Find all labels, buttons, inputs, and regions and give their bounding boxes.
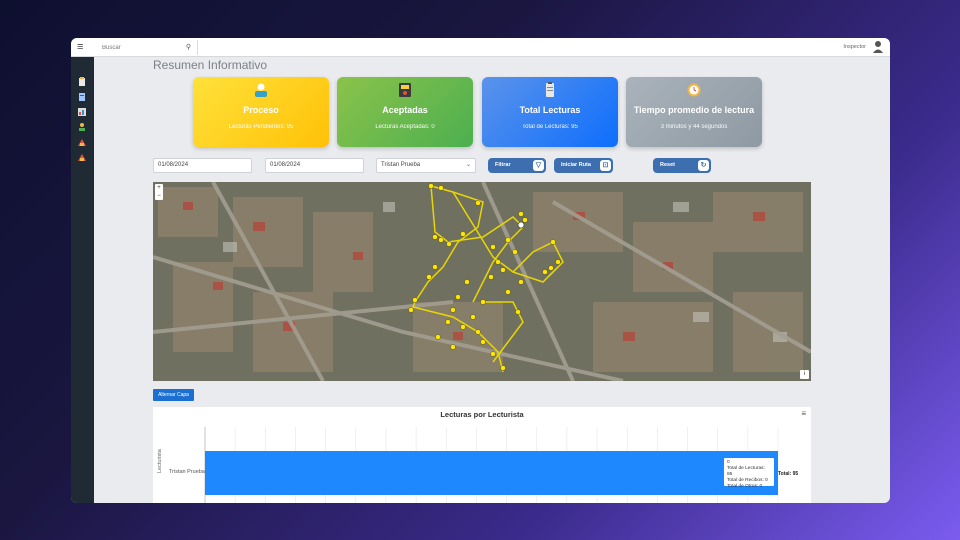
card-subtitle: Lecturas Aceptadas: 0 [375, 124, 435, 130]
user-role: Inspector [843, 44, 866, 50]
app-window: ≡ ⚲ Inspector Resumen Informativo Proces… [71, 38, 890, 503]
document-icon[interactable] [76, 92, 88, 102]
filter-button-label: Filtrar [495, 162, 511, 168]
route-icon: ⊡ [600, 160, 611, 171]
top-bar: ≡ ⚲ Inspector [71, 38, 890, 57]
user-icon[interactable] [872, 40, 884, 54]
reader-select[interactable]: Tristan Prueba ⌄ [376, 158, 476, 173]
toggle-layer-button[interactable]: Alternar Capa [153, 389, 194, 401]
card-subtitle: 3 minutos y 44 segundos [660, 124, 728, 130]
filter-icon: ▽ [533, 160, 544, 171]
search-icon[interactable]: ⚲ [186, 43, 191, 51]
reset-button[interactable]: Reset ↻ [653, 158, 711, 173]
card-title: Proceso [243, 105, 279, 115]
reset-button-label: Reset [660, 162, 675, 168]
clipboard-icon [546, 82, 554, 97]
reset-icon: ↻ [698, 160, 709, 171]
building-alt-icon[interactable] [76, 152, 88, 162]
zoom-out-button[interactable]: − [155, 192, 163, 200]
building-icon[interactable] [76, 137, 88, 147]
date-from-input[interactable]: 01/08/2024 [153, 158, 252, 173]
chart-plot [204, 427, 779, 503]
search-box: ⚲ [96, 40, 198, 55]
chart-panel: Lecturas por Lecturista ≡ Lecturista Tri… [153, 407, 811, 503]
user-pin-icon[interactable] [76, 122, 88, 132]
start-route-button[interactable]: Iniciar Ruta ⊡ [554, 158, 613, 173]
map-info-button[interactable]: i [800, 370, 809, 379]
chevron-down-icon: ⌄ [465, 162, 471, 168]
bar-tristan-prueba[interactable] [205, 451, 778, 495]
zoom-control: + − [155, 184, 163, 200]
filter-button[interactable]: Filtrar ▽ [488, 158, 546, 173]
sidebar [71, 57, 94, 503]
chart-tooltip: 0 Total de Lecturas: 95 Total de Recibos… [723, 457, 775, 489]
date-to-input[interactable]: 01/08/2024 [265, 158, 364, 173]
search-input[interactable] [96, 40, 176, 55]
start-route-button-label: Iniciar Ruta [561, 162, 591, 168]
zoom-in-button[interactable]: + [155, 184, 163, 192]
bar-total-label: Total: 95 [778, 471, 799, 477]
clock-icon [687, 83, 701, 97]
clipboard-icon[interactable] [76, 77, 88, 87]
tooltip-line: Total de Lecturas: 95 [727, 466, 765, 477]
card-title: Aceptadas [382, 105, 428, 115]
reader-icon [255, 83, 267, 97]
card-subtitle: Lecturas Pendientes: 95 [228, 124, 294, 130]
page-title: Resumen Informativo [153, 58, 268, 72]
card-subtitle: Total de Lecturas: 95 [522, 124, 578, 130]
card-total-lecturas[interactable]: Total Lecturas Total de Lecturas: 95 [482, 77, 618, 147]
card-title: Total Lecturas [519, 105, 581, 115]
tooltip-line: Total de Otros: 0 [727, 484, 763, 489]
menu-icon[interactable]: ≡ [77, 41, 83, 53]
satellite-map [153, 182, 811, 381]
reader-select-value: Tristan Prueba [381, 162, 421, 168]
report-icon[interactable] [76, 107, 88, 117]
card-tiempo-promedio[interactable]: Tiempo promedio de lectura 3 minutos y 4… [626, 77, 762, 147]
card-proceso[interactable]: Proceso Lecturas Pendientes: 95 [193, 77, 329, 147]
card-title: Tiempo promedio de lectura [633, 105, 755, 115]
map-view[interactable]: + − i [153, 182, 811, 381]
card-aceptadas[interactable]: Aceptadas Lecturas Aceptadas: 0 [337, 77, 473, 147]
meter-icon [399, 83, 411, 97]
